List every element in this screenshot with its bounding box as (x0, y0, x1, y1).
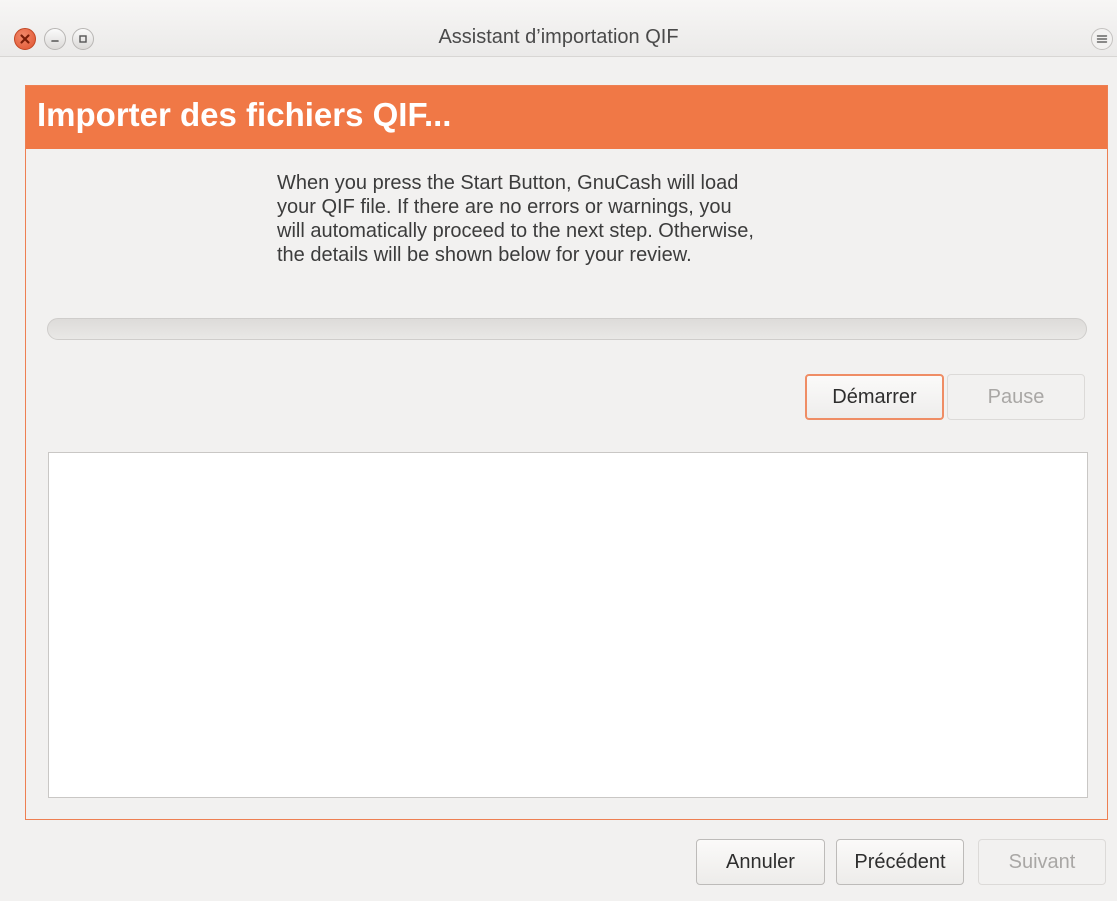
cancel-button[interactable]: Annuler (696, 839, 825, 885)
import-log-textview[interactable] (48, 452, 1088, 798)
previous-button[interactable]: Précédent (836, 839, 964, 885)
hamburger-menu-icon (1096, 35, 1108, 43)
title-bar[interactable]: Assistant d’importation QIF (0, 0, 1117, 57)
qif-import-assistant-window: Assistant d’importation QIF Importer des… (0, 0, 1117, 901)
page-header-banner: Importer des fichiers QIF... (26, 86, 1107, 149)
window-title: Assistant d’importation QIF (438, 26, 679, 48)
page-title: Importer des fichiers QIF... (37, 96, 452, 133)
window-menu-button[interactable] (1091, 28, 1113, 50)
instructions-text: When you press the Start Button, GnuCash… (277, 172, 754, 266)
next-button[interactable]: Suivant (978, 839, 1106, 885)
pause-button[interactable]: Pause (947, 374, 1085, 420)
assistant-page: Importer des fichiers QIF... When you pr… (25, 85, 1108, 820)
start-button[interactable]: Démarrer (805, 374, 944, 420)
load-progress-bar (47, 318, 1087, 340)
